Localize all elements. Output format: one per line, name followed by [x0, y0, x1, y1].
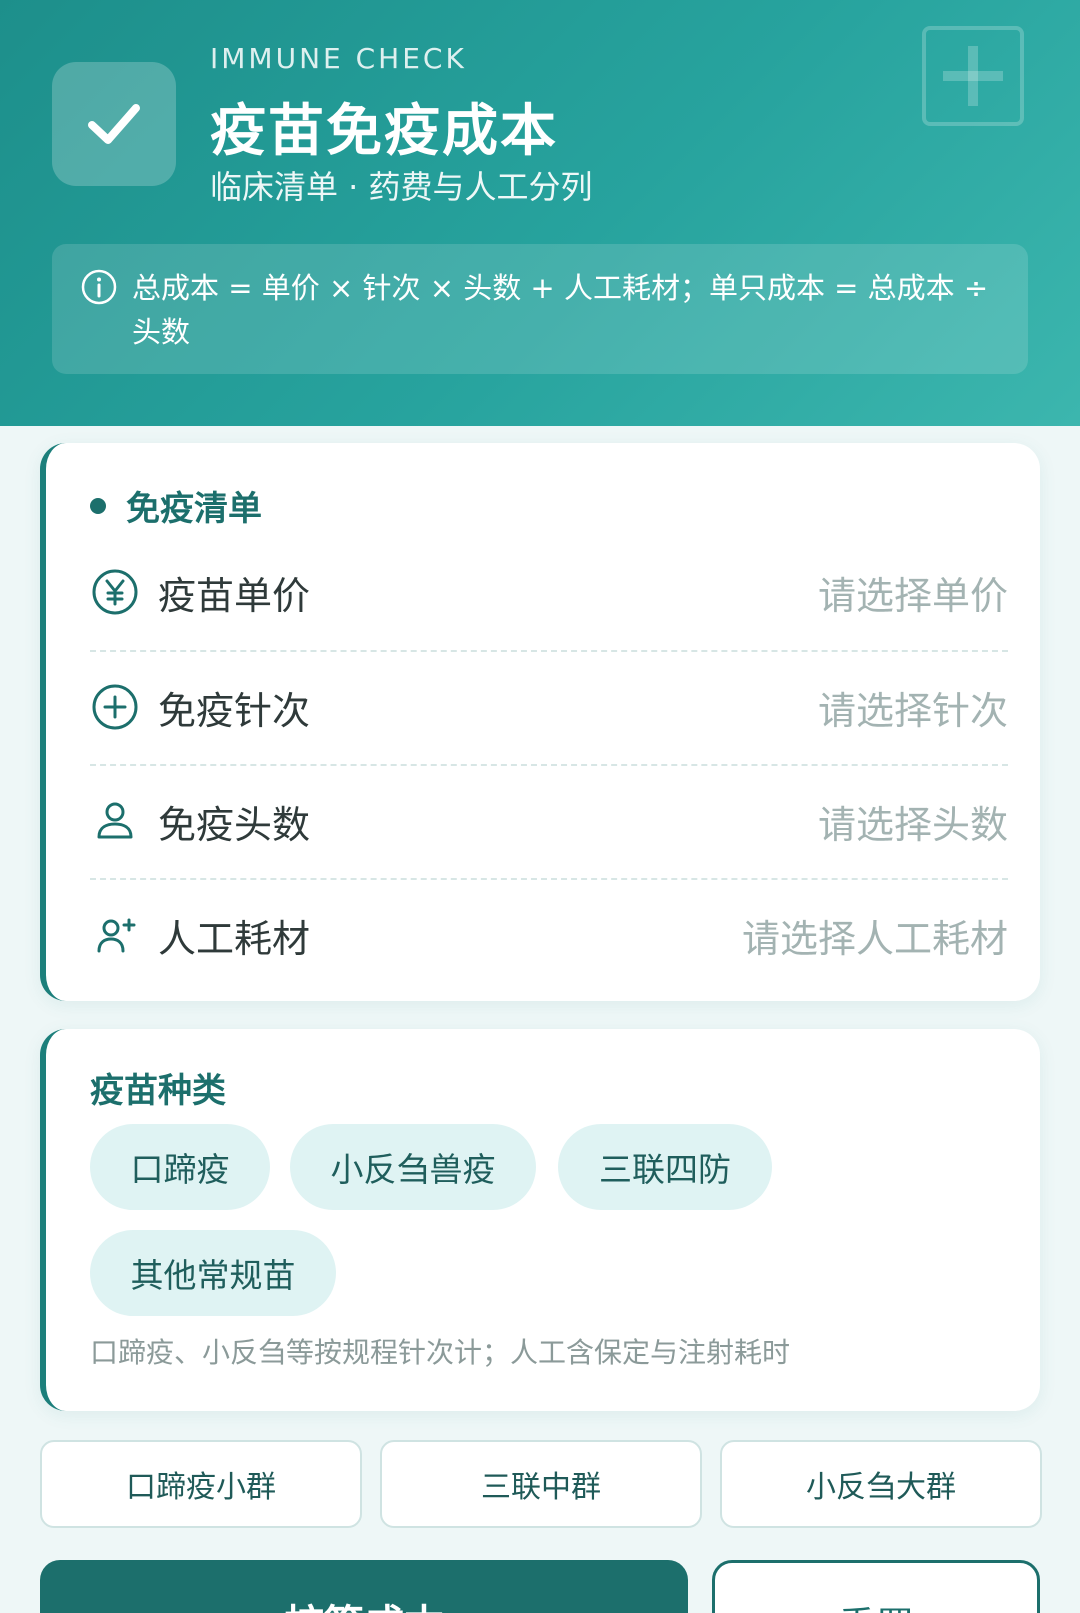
row-label: 免疫针次	[158, 688, 311, 733]
labor-material-select[interactable]: 请选择人工耗材	[742, 908, 1008, 963]
row-labor-material[interactable]: 人工耗材 请选择人工耗材	[90, 878, 1008, 992]
plus-square-icon	[922, 26, 1024, 126]
info-icon	[80, 268, 118, 310]
user-add-icon	[90, 910, 140, 960]
chip-fmd[interactable]: 口蹄疫	[90, 1124, 270, 1210]
formula-banner: 总成本 = 单价 × 针次 × 头数 + 人工耗材；单只成本 = 总成本 ÷ 头…	[52, 244, 1028, 374]
calculate-button[interactable]: 核算成本	[40, 1560, 688, 1613]
check-icon	[88, 104, 140, 144]
row-label: 免疫头数	[158, 802, 311, 847]
page-title: 疫苗免疫成本	[210, 99, 558, 164]
vaccine-price-select[interactable]: 请选择单价	[818, 565, 1008, 620]
injection-count-select[interactable]: 请选择针次	[818, 680, 1008, 735]
plus-circle-icon	[90, 682, 140, 732]
reset-button[interactable]: 重置	[712, 1560, 1040, 1613]
preset-ppr-large[interactable]: 小反刍大群	[720, 1440, 1042, 1528]
row-injection-count[interactable]: 免疫针次 请选择针次	[90, 650, 1008, 764]
preset-fmd-small[interactable]: 口蹄疫小群	[40, 1440, 362, 1528]
row-label: 人工耗材	[158, 916, 311, 961]
yuan-icon	[90, 567, 140, 617]
row-vaccine-price[interactable]: 疫苗单价 请选择单价	[90, 535, 1008, 649]
checklist-title: 免疫清单	[90, 481, 262, 530]
formula-text: 总成本 = 单价 × 针次 × 头数 + 人工耗材；单只成本 = 总成本 ÷ 头…	[132, 271, 989, 349]
preset-triple-medium[interactable]: 三联中群	[380, 1440, 702, 1528]
chip-other[interactable]: 其他常规苗	[90, 1230, 336, 1316]
chip-triple[interactable]: 三联四防	[558, 1124, 772, 1210]
chip-ppr[interactable]: 小反刍兽疫	[290, 1124, 536, 1210]
vaccine-type-title: 疫苗种类	[90, 1071, 226, 1111]
checklist-title-text: 免疫清单	[126, 489, 262, 529]
bullet-dot	[90, 497, 106, 514]
user-icon	[90, 796, 140, 846]
checklist-card: 免疫清单 疫苗单价 请选择单价 免疫针次 请选择针次 免疫头数 请选择头数 人工…	[40, 443, 1040, 1001]
row-label: 疫苗单价	[158, 573, 311, 618]
page-subtitle: 临床清单 · 药费与人工分列	[210, 168, 593, 206]
logo	[52, 62, 176, 186]
head-count-select[interactable]: 请选择头数	[818, 794, 1008, 849]
vaccine-type-note: 口蹄疫、小反刍等按规程针次计；人工含保定与注射耗时	[90, 1336, 791, 1369]
app-eyebrow: IMMUNE CHECK	[210, 42, 467, 75]
row-head-count[interactable]: 免疫头数 请选择头数	[90, 764, 1008, 878]
header: IMMUNE CHECK 疫苗免疫成本 临床清单 · 药费与人工分列 总成本 =…	[0, 0, 1080, 426]
vaccine-type-card: 疫苗种类 口蹄疫 小反刍兽疫 三联四防 其他常规苗 口蹄疫、小反刍等按规程针次计…	[40, 1029, 1040, 1411]
